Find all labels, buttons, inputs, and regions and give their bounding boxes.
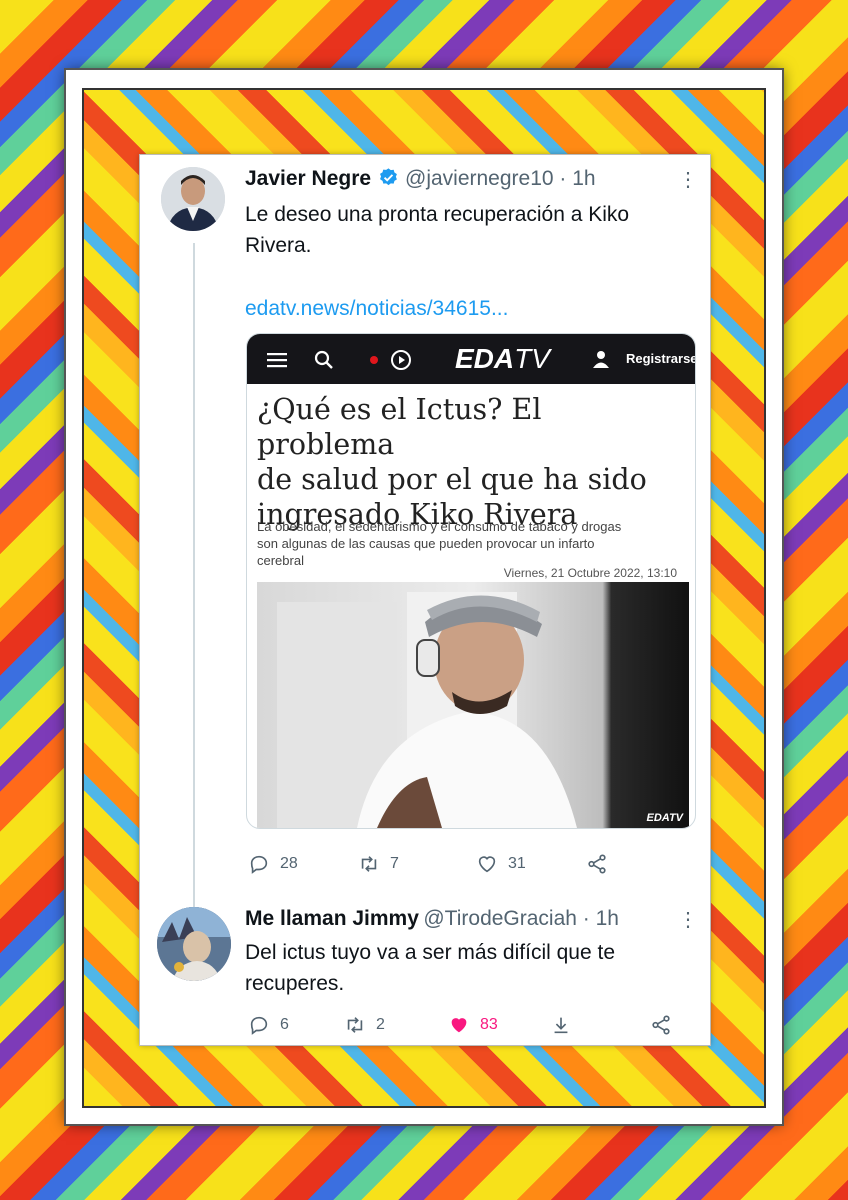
photo-watermark: EDATV: [646, 812, 683, 824]
article-subheading: La obesidad, el sedentarismo y el consum…: [257, 518, 677, 569]
person-photo-icon: [161, 167, 225, 231]
author-handle[interactable]: @TirodeGraciah · 1h: [423, 907, 619, 930]
like-count: 31: [508, 855, 526, 872]
tweet1-text: Le deseo una pronta recuperación a Kiko …: [245, 199, 629, 261]
play-icon[interactable]: [390, 349, 412, 371]
live-dot-icon: [370, 356, 378, 364]
like-button[interactable]: 31: [476, 853, 586, 875]
author-name[interactable]: Javier Negre: [245, 167, 371, 190]
edatv-logo[interactable]: EDATV: [455, 343, 550, 375]
tweet2-text-line2: recuperes.: [245, 972, 345, 995]
tip-button[interactable]: [550, 1014, 650, 1036]
avatar-me-llaman-jimmy[interactable]: [157, 907, 231, 981]
retweet-button[interactable]: 7: [358, 853, 476, 875]
author-handle[interactable]: @javiernegre10 · 1h: [405, 167, 596, 190]
retweet-count: 7: [390, 855, 399, 872]
retweet-icon: [347, 1017, 363, 1033]
more-options-icon[interactable]: ⋮: [678, 170, 698, 190]
register-link[interactable]: Registrarse: [626, 351, 695, 366]
share-button[interactable]: [586, 853, 608, 875]
share-icon: [588, 854, 606, 874]
subheading-line2: son algunas de las causas que pueden pro…: [257, 536, 595, 551]
tweet2-text: Del ictus tuyo va a ser más difícil que …: [245, 937, 615, 999]
like-button[interactable]: 83: [448, 1014, 550, 1036]
tweet1-text-line1: Le deseo una pronta recuperación a Kiko: [245, 203, 630, 226]
tweet1-header: Javier Negre @javiernegre10 · 1h: [245, 167, 596, 191]
avatar-javier-negre[interactable]: [161, 167, 225, 231]
more-options-icon[interactable]: ⋮: [678, 910, 698, 930]
heart-icon: [478, 856, 496, 873]
tweet2-actions: 6 2 83: [248, 1014, 672, 1036]
reply-count: 28: [280, 855, 298, 872]
logo-tv: TV: [514, 343, 550, 374]
tweet-thread-card: Javier Negre @javiernegre10 · 1h ⋮ Le de…: [140, 155, 710, 1045]
dj-photo-illustration: [277, 592, 577, 828]
retweet-button[interactable]: 2: [344, 1014, 448, 1036]
retweet-count: 2: [376, 1016, 385, 1033]
retweet-icon: [361, 856, 377, 872]
tweet1-actions: 28 7 31: [248, 853, 608, 875]
user-icon[interactable]: [592, 350, 610, 368]
headline-line1: ¿Qué es el Ictus? El problema: [257, 393, 542, 461]
article-headline: ¿Qué es el Ictus? El problema de salud p…: [257, 392, 687, 532]
reply-button[interactable]: 6: [248, 1014, 344, 1036]
headline-line2: de salud por el que ha sido: [257, 463, 647, 496]
tweet2-text-line1: Del ictus tuyo va a ser más difícil que …: [245, 941, 615, 964]
like-count: 83: [480, 1016, 498, 1033]
thread-connector-line: [193, 243, 195, 981]
subheading-line1: La obesidad, el sedentarismo y el consum…: [257, 519, 622, 534]
download-arrow-icon: [554, 1017, 568, 1034]
share-icon: [652, 1015, 670, 1035]
hamburger-menu-icon[interactable]: [267, 352, 287, 368]
tweet1-text-line2: Rivera.: [245, 234, 312, 257]
link-preview-card[interactable]: EDATV Registrarse ¿Qué es el Ictus? El p…: [246, 333, 696, 829]
tweet2-header: Me llaman Jimmy @TirodeGraciah · 1h: [245, 907, 619, 931]
person-photo-icon: [157, 907, 231, 981]
site-navbar: EDATV Registrarse: [247, 334, 695, 384]
share-button[interactable]: [650, 1014, 672, 1036]
reply-button[interactable]: 28: [248, 853, 358, 875]
author-name[interactable]: Me llaman Jimmy: [245, 907, 419, 930]
logo-eda: EDA: [455, 343, 515, 374]
article-date: Viernes, 21 Octubre 2022, 13:10: [503, 566, 677, 580]
reply-count: 6: [280, 1016, 289, 1033]
article-link[interactable]: edatv.news/noticias/34615...: [245, 297, 508, 321]
heart-filled-icon: [451, 1018, 467, 1033]
search-icon[interactable]: [314, 350, 334, 370]
verified-badge-icon: [379, 168, 397, 186]
article-photo: EDATV: [257, 582, 689, 828]
reply-icon: [250, 1016, 268, 1035]
reply-icon: [250, 855, 268, 874]
